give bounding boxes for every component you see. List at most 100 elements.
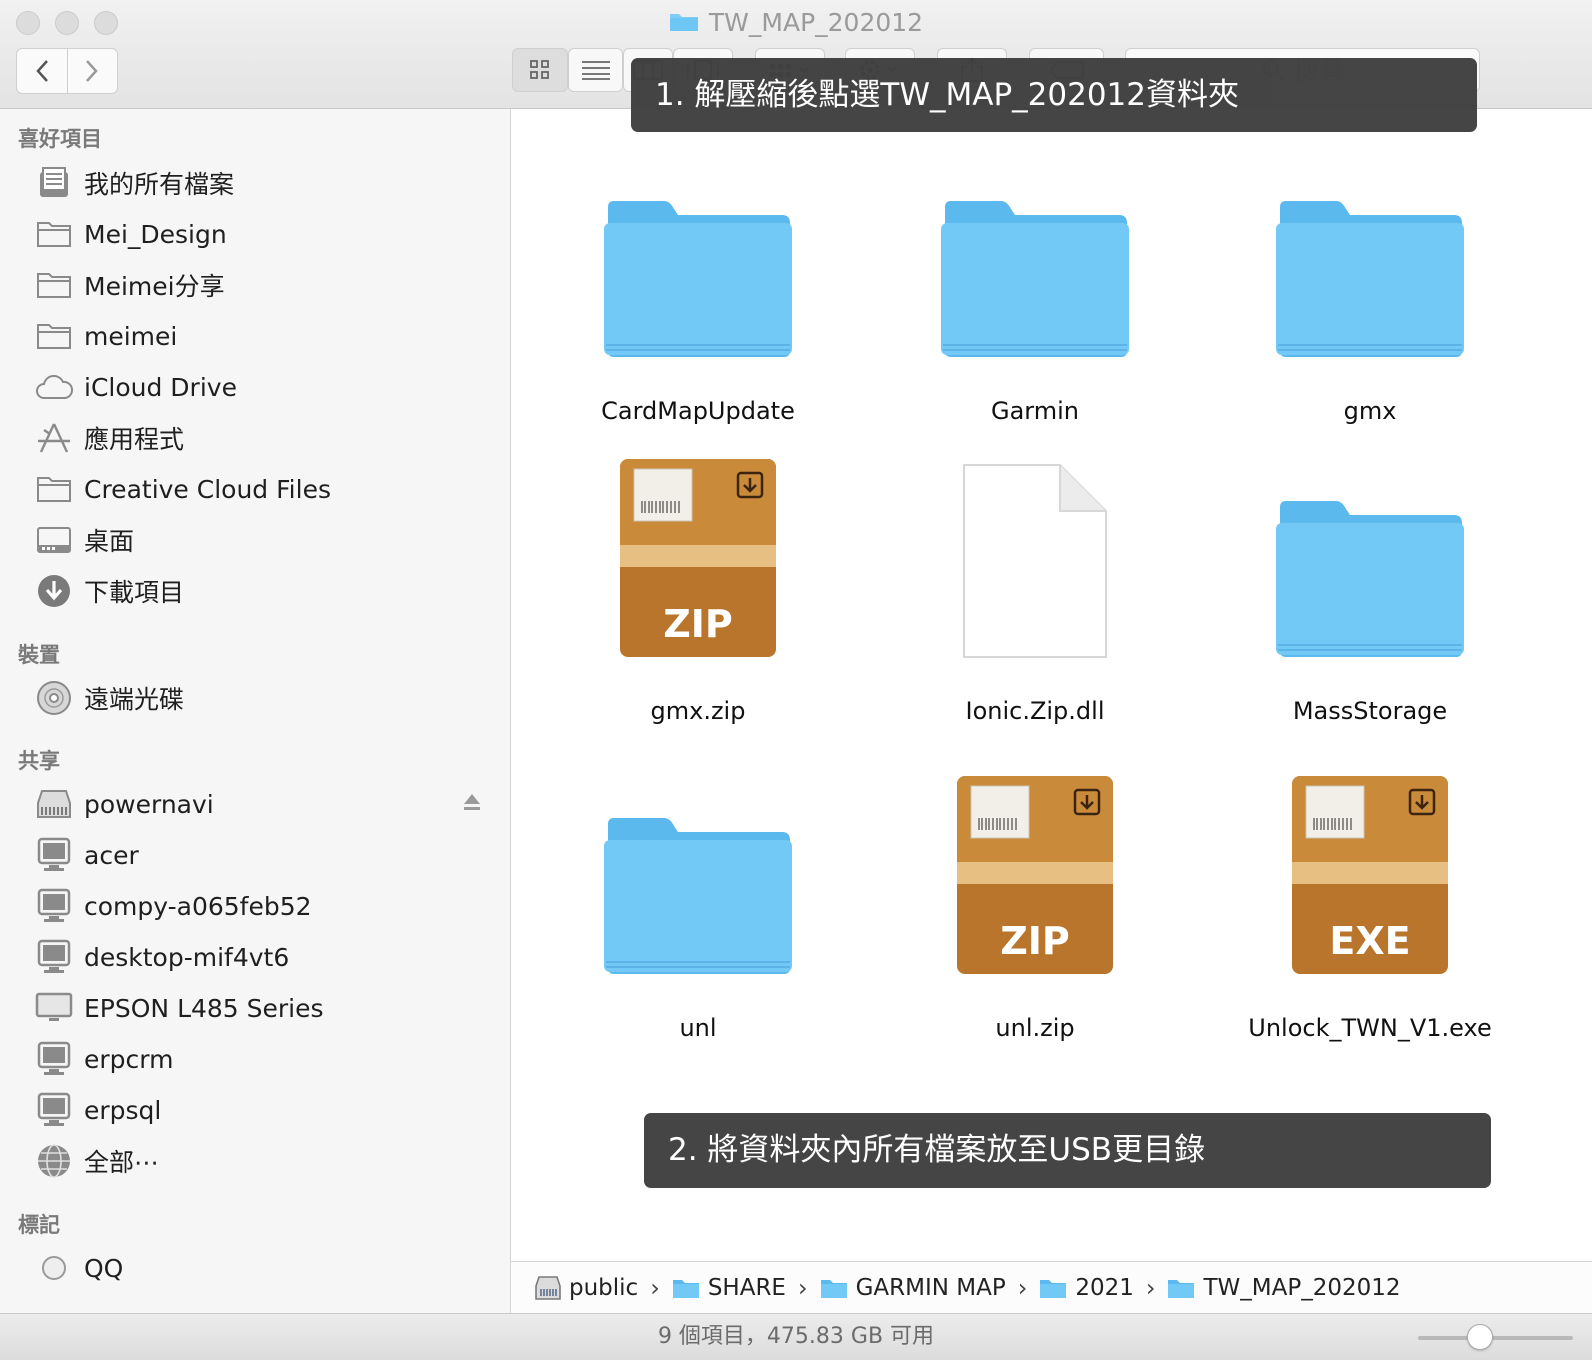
sidebar-item-label: erpcrm bbox=[84, 1044, 174, 1074]
section-tags: 標記 bbox=[18, 1213, 60, 1237]
instruction-step-1: 1. 解壓縮後點選TW_MAP_202012資料夾 bbox=[631, 58, 1477, 132]
section-devices: 裝置 bbox=[18, 643, 60, 667]
sidebar-item-all-my-files[interactable]: 我的所有檔案 bbox=[0, 161, 511, 205]
sidebar-item-downloads[interactable]: 下載項目 bbox=[0, 569, 511, 613]
file-name: unl bbox=[679, 1014, 717, 1042]
computer-icon bbox=[34, 937, 74, 977]
sidebar-item-label: 全部⋯ bbox=[84, 1148, 160, 1177]
file-name: gmx.zip bbox=[650, 697, 746, 725]
sidebar-item-label: Meimei分享 bbox=[84, 272, 225, 301]
file-item-massstorage[interactable]: MassStorage bbox=[1220, 449, 1520, 725]
eject-icon[interactable] bbox=[463, 792, 481, 816]
list-icon bbox=[581, 61, 610, 80]
sidebar-item-label: EPSON L485 Series bbox=[84, 993, 324, 1023]
file-name: Garmin bbox=[990, 397, 1079, 425]
path-item-2021[interactable]: 2021 bbox=[1039, 1275, 1134, 1301]
disc-icon bbox=[34, 678, 74, 718]
sidebar-item-label: Mei_Design bbox=[84, 219, 227, 249]
folder-icon bbox=[941, 201, 1129, 357]
sidebar-item-icloud-drive[interactable]: iCloud Drive bbox=[0, 365, 511, 409]
file-item-garmin[interactable]: Garmin bbox=[885, 149, 1185, 425]
file-item-ionic-zip-dll[interactable]: Ionic.Zip.dll bbox=[885, 449, 1185, 725]
exe-archive-icon: EXE bbox=[1292, 776, 1448, 974]
finder-window: TW_MAP_202012 喜好項目 我的所有檔案 Mei_Design Mei… bbox=[0, 0, 1592, 1360]
cloud-icon bbox=[34, 367, 74, 407]
icon-size-slider[interactable] bbox=[1418, 1336, 1573, 1340]
svg-text:ZIP: ZIP bbox=[663, 602, 733, 646]
applications-icon bbox=[34, 418, 74, 458]
chevron-right-icon: › bbox=[797, 1273, 808, 1302]
sidebar-item-erpcrm[interactable]: erpcrm bbox=[0, 1037, 511, 1081]
chevron-right-icon: › bbox=[1017, 1273, 1028, 1302]
sidebar-item-desktop-mif4vt6[interactable]: desktop-mif4vt6 bbox=[0, 935, 511, 979]
sidebar-item-label: 下載項目 bbox=[84, 578, 185, 607]
sidebar-item-label: powernavi bbox=[84, 789, 214, 819]
sidebar-item-epson[interactable]: EPSON L485 Series bbox=[0, 986, 511, 1030]
sidebar-item-applications[interactable]: 應用程式 bbox=[0, 416, 511, 460]
sidebar-item-powernavi[interactable]: powernavi bbox=[0, 782, 511, 826]
folder-icon bbox=[604, 201, 792, 357]
icon-view-button[interactable] bbox=[512, 48, 568, 92]
path-item-garmin-map[interactable]: GARMIN MAP bbox=[820, 1275, 1006, 1301]
folder-icon bbox=[669, 7, 699, 41]
folder-icon bbox=[34, 214, 74, 254]
sidebar-item-mei-design[interactable]: Mei_Design bbox=[0, 212, 511, 256]
sidebar-item-label: iCloud Drive bbox=[84, 372, 237, 402]
network-globe-icon bbox=[34, 1141, 74, 1181]
zip-archive-icon: ZIP bbox=[957, 776, 1113, 974]
file-item-unl-zip[interactable]: ZIP unl.zip bbox=[885, 766, 1185, 1042]
sidebar-item-meimei-share[interactable]: Meimei分享 bbox=[0, 263, 511, 307]
path-item-tw-map[interactable]: TW_MAP_202012 bbox=[1167, 1275, 1401, 1301]
all-files-icon bbox=[34, 163, 74, 203]
svg-text:ZIP: ZIP bbox=[1000, 919, 1070, 963]
file-item-gmx[interactable]: gmx bbox=[1220, 149, 1520, 425]
sidebar-item-tag-qq[interactable]: QQ bbox=[0, 1246, 511, 1290]
sidebar-item-remote-disc[interactable]: 遠端光碟 bbox=[0, 676, 511, 720]
icon-size-slider-knob[interactable] bbox=[1467, 1324, 1493, 1350]
zip-archive-icon: ZIP bbox=[620, 459, 776, 657]
file-item-unlock-twn-exe[interactable]: EXE Unlock_TWN_V1.exe bbox=[1220, 766, 1520, 1042]
tag-circle-icon bbox=[34, 1248, 74, 1288]
file-name: unl.zip bbox=[995, 1014, 1075, 1042]
display-icon bbox=[34, 988, 74, 1028]
computer-icon bbox=[34, 886, 74, 926]
file-name: gmx bbox=[1343, 397, 1397, 425]
folder-icon bbox=[604, 818, 792, 974]
status-bar: 9 個項目，475.83 GB 可用 bbox=[0, 1313, 1592, 1360]
status-text: 9 個項目，475.83 GB 可用 bbox=[657, 1324, 935, 1349]
sidebar-item-label: QQ bbox=[84, 1253, 124, 1283]
file-name: MassStorage bbox=[1292, 697, 1448, 725]
navigation-buttons bbox=[16, 48, 118, 94]
sidebar-item-creative-cloud-files[interactable]: Creative Cloud Files bbox=[0, 467, 511, 511]
section-favorites: 喜好項目 bbox=[18, 127, 102, 151]
desktop-icon bbox=[34, 520, 74, 560]
sidebar-item-desktop[interactable]: 桌面 bbox=[0, 518, 511, 562]
instruction-step-2: 2. 將資料夾內所有檔案放至USB更目錄 bbox=[644, 1113, 1491, 1188]
file-item-cardmapupdate[interactable]: CardMapUpdate bbox=[548, 149, 848, 425]
sidebar: 喜好項目 我的所有檔案 Mei_Design Meimei分享 meimei i… bbox=[0, 109, 511, 1314]
server-icon bbox=[535, 1275, 561, 1300]
path-item-public[interactable]: public bbox=[535, 1275, 638, 1301]
sidebar-item-label: meimei bbox=[84, 321, 178, 351]
file-name: Unlock_TWN_V1.exe bbox=[1248, 1014, 1492, 1042]
sidebar-item-erpsql[interactable]: erpsql bbox=[0, 1088, 511, 1132]
folder-icon bbox=[34, 265, 74, 305]
path-item-share[interactable]: SHARE bbox=[672, 1275, 786, 1301]
sidebar-item-compy[interactable]: compy-a065feb52 bbox=[0, 884, 511, 928]
chevron-left-icon bbox=[36, 60, 48, 82]
forward-button[interactable] bbox=[66, 49, 118, 93]
sidebar-item-acer[interactable]: acer bbox=[0, 833, 511, 877]
file-name: CardMapUpdate bbox=[601, 397, 795, 425]
back-button[interactable] bbox=[17, 49, 67, 93]
window-title: TW_MAP_202012 bbox=[0, 6, 1592, 41]
sidebar-item-all[interactable]: 全部⋯ bbox=[0, 1139, 511, 1183]
section-shared: 共享 bbox=[18, 749, 60, 773]
grid-icon bbox=[530, 60, 549, 79]
file-item-gmx-zip[interactable]: ZIP gmx.zip bbox=[548, 449, 848, 725]
chevron-right-icon: › bbox=[650, 1273, 660, 1302]
sidebar-item-label: 桌面 bbox=[84, 527, 135, 556]
file-item-unl[interactable]: unl bbox=[548, 766, 848, 1042]
document-icon bbox=[963, 464, 1107, 658]
sidebar-item-meimei[interactable]: meimei bbox=[0, 314, 511, 358]
list-view-button[interactable] bbox=[568, 48, 623, 92]
